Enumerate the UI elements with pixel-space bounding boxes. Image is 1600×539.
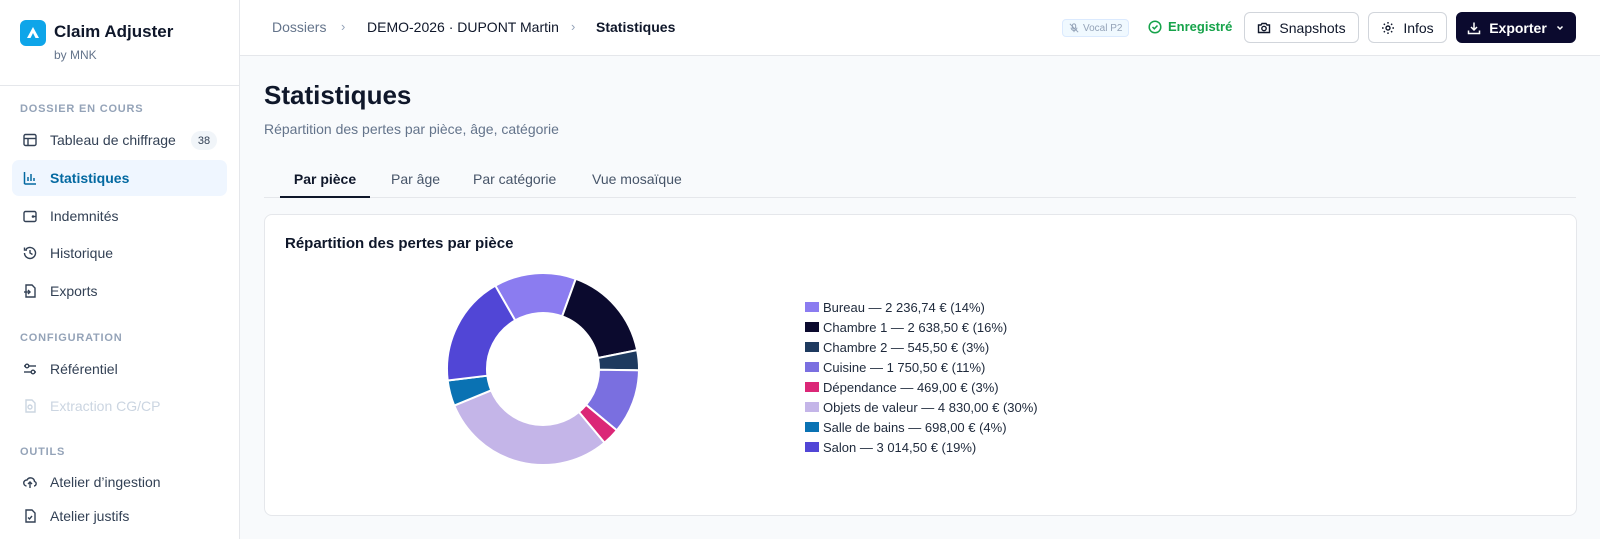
sidebar-item-exports[interactable]: Exports (12, 273, 227, 309)
section-label-outils: OUTILS (20, 446, 66, 458)
legend-label: Objets de valeur — 4 830,00 € (30%) (823, 399, 1038, 415)
sidebar-item-label: Statistiques (50, 170, 130, 186)
sliders-icon (22, 361, 38, 377)
tab-par-age[interactable]: Par âge (391, 171, 440, 198)
legend-label: Cuisine — 1 750,50 € (11%) (823, 359, 986, 375)
legend-swatch (805, 302, 819, 312)
sidebar-item-label: Extraction CG/CP (50, 398, 161, 414)
legend-label: Dépendance — 469,00 € (3%) (823, 379, 999, 395)
page-title: Statistiques (264, 80, 412, 110)
legend-swatch (805, 322, 819, 332)
vocal-label: Vocal P2 (1083, 22, 1123, 34)
legend-item: Salle de bains — 698,00 € (4%) (805, 417, 1038, 437)
vocal-badge: Vocal P2 (1062, 19, 1130, 37)
legend-swatch (805, 442, 819, 452)
legend-swatch (805, 342, 819, 352)
legend-swatch (805, 422, 819, 432)
tab-par-categorie[interactable]: Par catégorie (473, 171, 556, 198)
sidebar-item-extraction: Extraction CG/CP (12, 388, 227, 424)
legend-swatch (805, 402, 819, 412)
donut-slice-5[interactable] (452, 389, 606, 466)
table-icon (22, 132, 38, 148)
count-badge: 38 (191, 131, 217, 150)
app-subtitle: by MNK (54, 48, 97, 62)
legend-item: Dépendance — 469,00 € (3%) (805, 377, 1038, 397)
app-title: Claim Adjuster (54, 22, 174, 41)
camera-icon (1258, 22, 1271, 33)
chevron-down-icon (1556, 25, 1563, 30)
chevron-right-icon: › (571, 19, 576, 34)
sidebar-item-atelier-ingestion[interactable]: Atelier d’ingestion (12, 464, 227, 500)
download-icon (1467, 22, 1481, 34)
legend-item: Salon — 3 014,50 € (19%) (805, 437, 1038, 457)
donut-chart (446, 272, 641, 466)
tab-vue-mosaique[interactable]: Vue mosaïque (592, 171, 682, 198)
brand: Claim Adjuster by MNK (0, 0, 239, 86)
snapshots-label: Snapshots (1279, 19, 1346, 36)
sidebar-item-label: Indemnités (50, 208, 119, 224)
file-check-icon (22, 508, 38, 524)
section-label-dossier: DOSSIER EN COURS (20, 103, 144, 115)
gear-icon (1382, 21, 1395, 34)
sidebar-item-label: Atelier d’ingestion (50, 474, 161, 490)
sidebar: Claim Adjuster by MNK DOSSIER EN COURS T… (0, 0, 240, 539)
section-label-configuration: CONFIGURATION (20, 332, 123, 344)
bar-chart-icon (22, 170, 38, 186)
file-export-icon (22, 283, 38, 299)
legend-label: Bureau — 2 236,74 € (14%) (823, 299, 985, 315)
legend-label: Salle de bains — 698,00 € (4%) (823, 419, 1007, 435)
wallet-icon (22, 208, 38, 224)
sidebar-item-historique[interactable]: Historique (12, 235, 227, 271)
app-logo-icon (20, 20, 46, 46)
legend-item: Objets de valeur — 4 830,00 € (30%) (805, 397, 1038, 417)
export-button[interactable]: Exporter (1456, 12, 1576, 43)
infos-button[interactable]: Infos (1368, 12, 1447, 43)
chevron-right-icon: › (341, 19, 346, 34)
sidebar-item-label: Exports (50, 283, 98, 299)
tab-par-piece[interactable]: Par pièce (280, 171, 370, 198)
save-status-label: Enregistré (1168, 19, 1233, 34)
chart-title: Répartition des pertes par pièce (285, 235, 514, 252)
cloud-upload-icon (22, 474, 38, 490)
file-search-icon (22, 398, 38, 414)
sidebar-item-label: Atelier justifs (50, 508, 130, 524)
legend-swatch (805, 382, 819, 392)
chart-legend: Bureau — 2 236,74 € (14%) Chambre 1 — 2 6… (805, 297, 1038, 457)
legend-label: Salon — 3 014,50 € (19%) (823, 439, 977, 455)
legend-item: Bureau — 2 236,74 € (14%) (805, 297, 1038, 317)
sidebar-item-label: Référentiel (50, 361, 118, 377)
sidebar-item-label: Historique (50, 245, 114, 261)
chart-card: Répartition des pertes par pièce Bureau … (264, 214, 1577, 516)
donut-slice-1[interactable] (560, 277, 639, 360)
snapshots-button[interactable]: Snapshots (1244, 12, 1359, 43)
page-subtitle: Répartition des pertes par pièce, âge, c… (264, 121, 559, 137)
sidebar-item-statistiques[interactable]: Statistiques (12, 160, 227, 196)
infos-label: Infos (1403, 19, 1434, 36)
breadcrumb-dossiers[interactable]: Dossiers (272, 19, 326, 35)
legend-item: Chambre 1 — 2 638,50 € (16%) (805, 317, 1038, 337)
topbar: Dossiers › DEMO-2026 · DUPONT Martin › S… (240, 0, 1600, 56)
sidebar-item-atelier-justifs[interactable]: Atelier justifs (12, 498, 227, 534)
mic-off-icon (1069, 23, 1079, 33)
export-label: Exporter (1489, 19, 1547, 36)
legend-label: Chambre 1 — 2 638,50 € (16%) (823, 319, 1008, 335)
breadcrumb-dossier[interactable]: DEMO-2026 · DUPONT Martin (367, 19, 559, 35)
sidebar-item-indemnites[interactable]: Indemnités (12, 198, 227, 234)
sidebar-item-referentiel[interactable]: Référentiel (12, 351, 227, 387)
sidebar-item-label: Tableau de chiffrage (50, 132, 176, 148)
tabs: Par pièce Par âge Par catégorie Vue mosa… (264, 166, 1576, 198)
sidebar-item-tableau-chiffrage[interactable]: Tableau de chiffrage 38 (12, 122, 227, 158)
breadcrumb-current: Statistiques (596, 19, 676, 35)
legend-swatch (805, 362, 819, 372)
legend-item: Cuisine — 1 750,50 € (11%) (805, 357, 1038, 377)
check-circle-icon (1148, 19, 1162, 34)
save-status: Enregistré (1148, 19, 1232, 34)
legend-label: Chambre 2 — 545,50 € (3%) (823, 339, 990, 355)
legend-item: Chambre 2 — 545,50 € (3%) (805, 337, 1038, 357)
history-icon (22, 245, 38, 261)
